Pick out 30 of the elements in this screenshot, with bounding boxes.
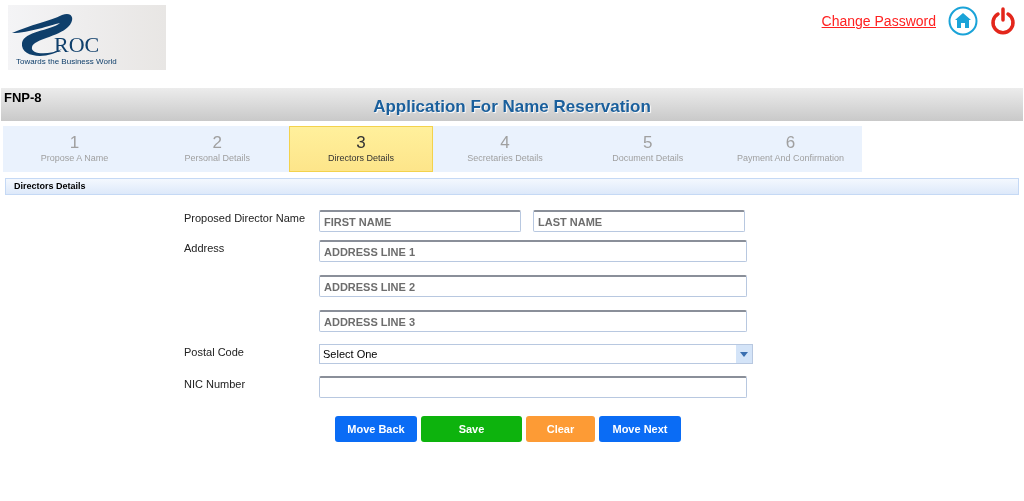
field-label: Proposed Director Name (184, 211, 307, 226)
address-field[interactable]: ADDRESS LINE 2 (319, 275, 747, 297)
home-icon[interactable] (948, 6, 978, 36)
section-header: Directors Details (5, 178, 1019, 195)
form-code: FNP-8 (4, 89, 42, 107)
page-title: Application For Name Reservation (373, 95, 651, 118)
step-tab[interactable]: 2 Personal Details (145, 126, 289, 172)
step-tab[interactable]: 5 Document Details (576, 126, 720, 172)
step-tab[interactable]: 6 Payment And Confirmation (719, 126, 862, 172)
logo-wordmark: ROC (54, 34, 101, 56)
field-label: NIC Number (184, 377, 247, 392)
logo-tagline: Towards the Business World (16, 56, 117, 68)
action-button[interactable]: Move Back (335, 416, 417, 442)
action-button[interactable]: Move Next (599, 416, 681, 442)
dropdown-caret-icon[interactable] (736, 345, 752, 363)
field-label: Postal Code (184, 345, 245, 360)
action-button[interactable]: Save (421, 416, 522, 442)
change-password-link[interactable]: Change Password (821, 10, 936, 32)
power-icon[interactable] (990, 7, 1016, 35)
field-label: Address (184, 241, 226, 256)
address-field[interactable]: ADDRESS LINE 3 (319, 310, 747, 332)
last-name-field[interactable]: LAST NAME (533, 210, 745, 232)
postal-code-select[interactable]: Select One (319, 344, 753, 364)
address-field[interactable]: ADDRESS LINE 1 (319, 240, 747, 262)
step-tab[interactable]: 4 Secretaries Details (433, 126, 577, 172)
step-tab[interactable]: 3 Directors Details (288, 126, 434, 172)
first-name-field[interactable]: FIRST NAME (319, 210, 521, 232)
action-button[interactable]: Clear (526, 416, 595, 442)
nic-number-field[interactable] (319, 376, 747, 398)
step-tab[interactable]: 1 Propose A Name (3, 126, 146, 172)
